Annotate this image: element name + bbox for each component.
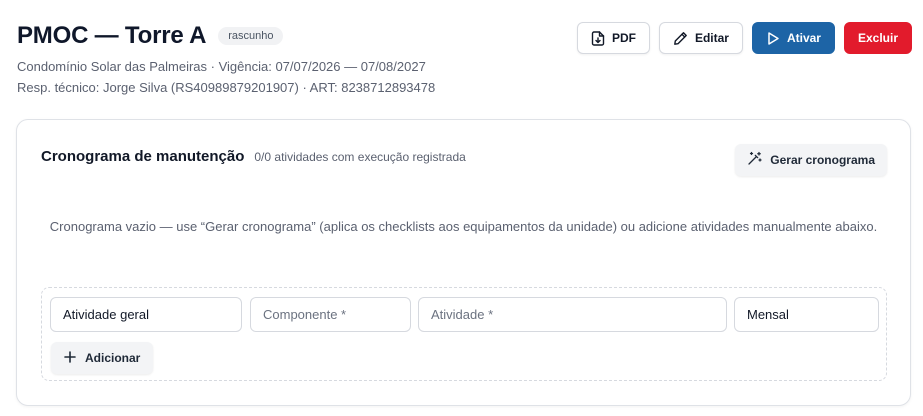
meta-technician: Resp. técnico: Jorge Silva (RS4098987920… — [17, 80, 436, 95]
component-input[interactable]: Componente * — [250, 297, 411, 332]
delete-button[interactable]: Excluir — [843, 22, 912, 54]
activity-input[interactable]: Atividade * — [418, 297, 727, 332]
play-icon — [766, 31, 780, 46]
activate-button-label: Ativar — [786, 31, 821, 45]
pdf-button[interactable]: PDF — [576, 22, 650, 54]
edit-button[interactable]: Editar — [658, 22, 743, 54]
pdf-button-label: PDF — [611, 31, 636, 45]
schedule-progress: 0/0 atividades com execução registrada — [254, 150, 466, 164]
activity-type-select[interactable]: Atividade geral — [50, 297, 242, 332]
schedule-title: Cronograma de manutenção — [41, 148, 245, 165]
pencil-icon — [673, 31, 688, 46]
add-activity-form: Atividade geral Componente * Atividade *… — [41, 287, 887, 381]
magic-wand-icon — [747, 151, 762, 169]
file-download-icon — [591, 30, 605, 46]
frequency-select[interactable]: Mensal — [734, 297, 879, 332]
header-actions: PDF Editar Ativar Excluir — [576, 22, 912, 54]
edit-button-label: Editar — [694, 31, 729, 45]
add-activity-label: Adicionar — [85, 351, 141, 365]
plus-icon — [64, 350, 76, 366]
generate-schedule-label: Gerar cronograma — [770, 153, 875, 167]
delete-button-label: Excluir — [857, 31, 898, 45]
schedule-card: Cronograma de manutenção 0/0 atividades … — [16, 119, 911, 406]
add-activity-button[interactable]: Adicionar — [51, 342, 154, 374]
meta-condo-validity: Condomínio Solar das Palmeiras · Vigênci… — [17, 59, 426, 74]
generate-schedule-button[interactable]: Gerar cronograma — [735, 144, 887, 176]
plan-meta: Condomínio Solar das Palmeiras · Vigênci… — [17, 56, 913, 98]
activate-button[interactable]: Ativar — [751, 22, 835, 54]
empty-schedule-message: Cronograma vazio — use “Gerar cronograma… — [49, 219, 878, 234]
page-title: PMOC — Torre A — [17, 22, 207, 49]
status-badge: rascunho — [218, 27, 284, 45]
schedule-header: Cronograma de manutenção 0/0 atividades … — [41, 148, 466, 165]
